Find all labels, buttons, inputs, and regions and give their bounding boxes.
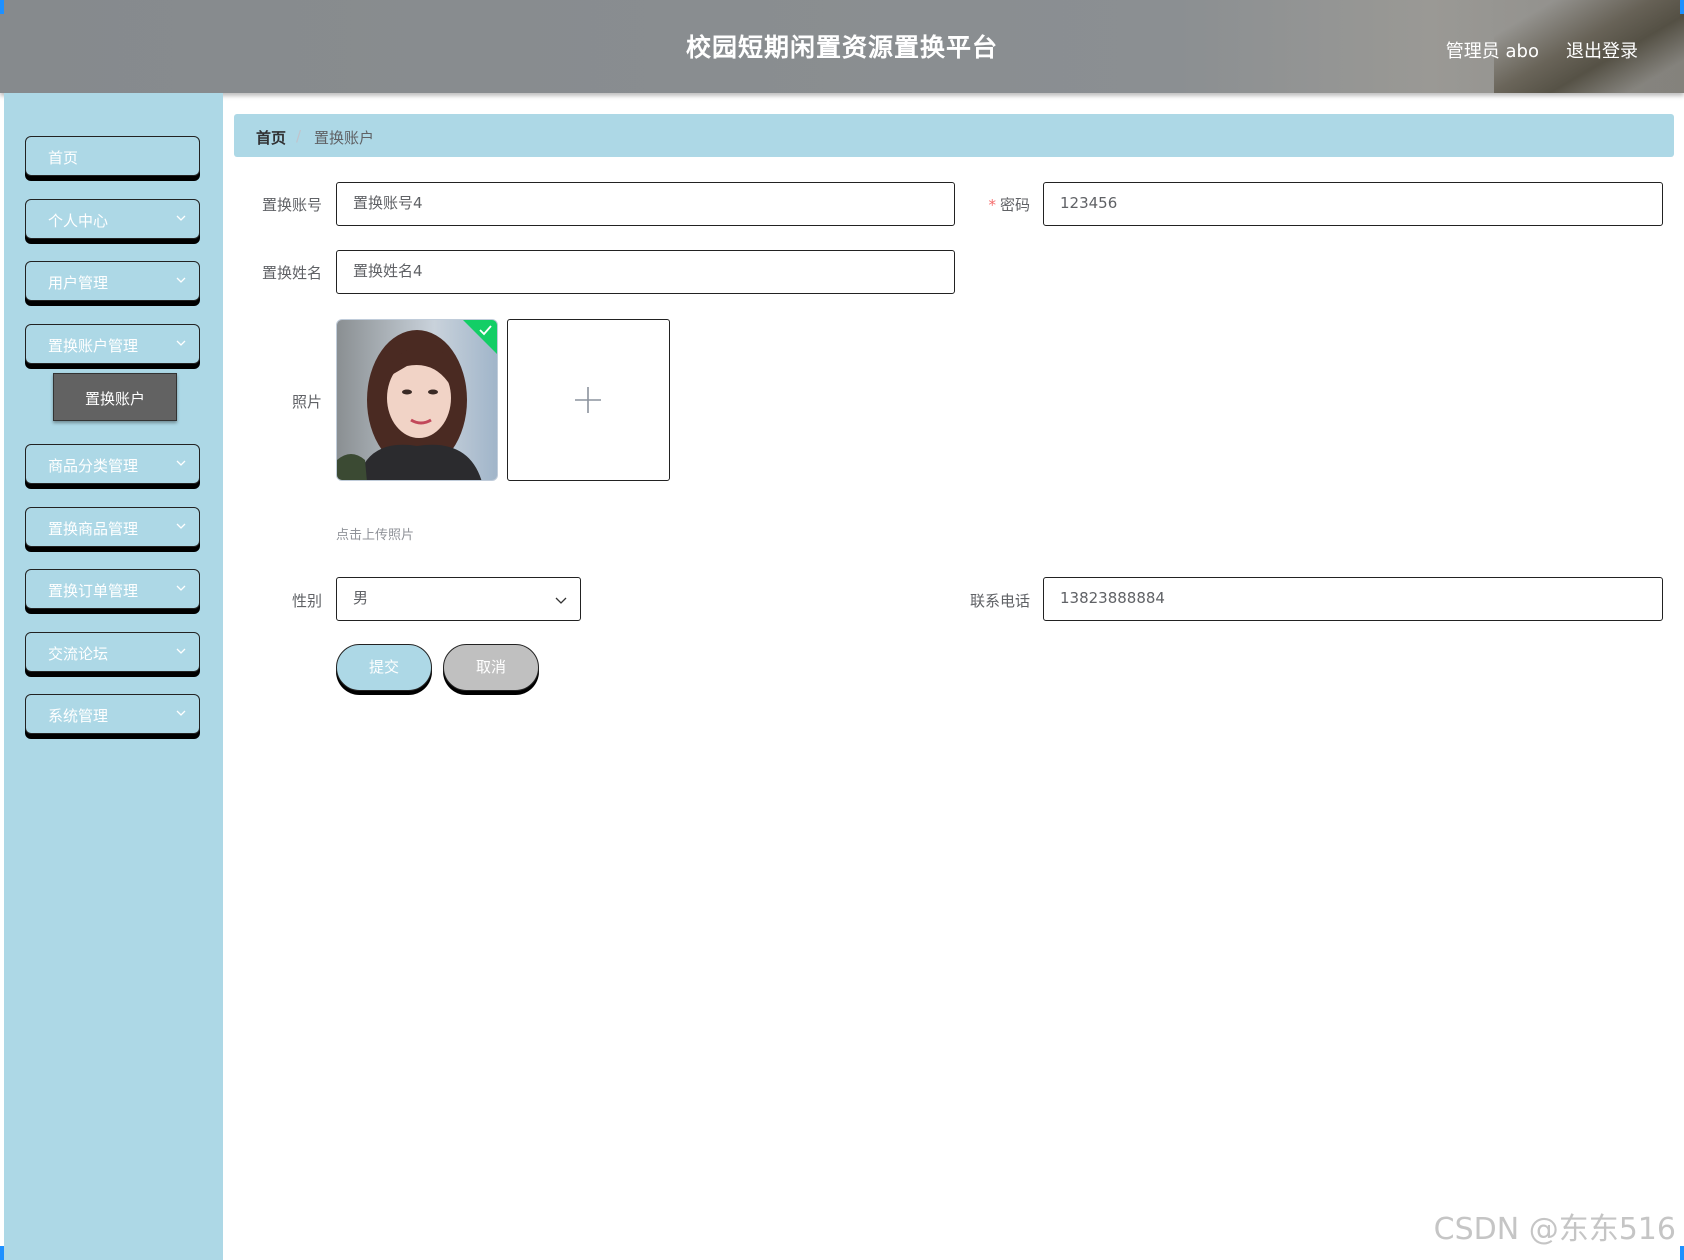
sidebar-item-label: 首页 (48, 149, 79, 167)
name-label: 置换姓名 (261, 264, 322, 282)
sidebar-item-label: 置换账户管理 (48, 337, 139, 355)
upload-success-icon (463, 320, 497, 354)
sidebar-item-label: 个人中心 (48, 212, 109, 230)
sidebar-item-label: 商品分类管理 (48, 457, 139, 475)
chevron-down-icon (176, 523, 186, 529)
phone-input-value: 13823888884 (1060, 589, 1165, 607)
password-input[interactable]: 123456 (1043, 182, 1663, 226)
sidebar-item-exchange-account-management[interactable]: 置换账户管理 (25, 324, 200, 364)
app-title: 校园短期闲置资源置换平台 (685, 33, 998, 62)
sidebar-item-label: 用户管理 (48, 274, 109, 292)
sidebar-item-order-management[interactable]: 置换订单管理 (25, 569, 200, 609)
breadcrumb-home[interactable]: 首页 (256, 127, 286, 148)
add-photo-button[interactable] (507, 319, 670, 481)
top-header: 校园短期闲置资源置换平台 管理员 abo 退出登录 (0, 0, 1684, 93)
upload-tip: 点击上传照片 (336, 528, 415, 543)
name-input[interactable]: 置换姓名4 (336, 250, 955, 294)
sidebar-subitem-exchange-account[interactable]: 置换账户 (53, 373, 177, 421)
password-label-text: 密码 (999, 196, 1030, 214)
password-label: * 密码 (980, 194, 1030, 215)
gender-label: 性别 (291, 592, 322, 610)
name-input-value: 置换姓名4 (353, 262, 423, 280)
breadcrumb-current: 置换账户 (314, 129, 375, 147)
chevron-down-icon (176, 277, 186, 283)
chevron-down-icon (176, 585, 186, 591)
chevron-down-icon (176, 648, 186, 654)
sidebar-item-label: 系统管理 (48, 707, 109, 725)
sidebar-item-category-management[interactable]: 商品分类管理 (25, 444, 200, 484)
required-mark: * (988, 196, 996, 214)
sidebar-item-label: 置换订单管理 (48, 582, 139, 600)
sidebar-item-forum[interactable]: 交流论坛 (25, 632, 200, 672)
submit-button[interactable]: 提交 (336, 644, 432, 691)
frame-corner (1680, 0, 1684, 14)
cancel-button[interactable]: 取消 (443, 644, 539, 691)
account-input-value: 置换账号4 (353, 194, 423, 212)
sidebar-item-home[interactable]: 首页 (25, 136, 200, 176)
current-user-label: 管理员 abo (1445, 41, 1539, 62)
frame-corner (0, 1246, 4, 1260)
sidebar: 首页 个人中心 用户管理 置换账户管理 置换账户 商品分类管理 置换商品管理 置… (4, 93, 223, 1260)
chevron-down-icon (176, 340, 186, 346)
sidebar-item-label: 置换商品管理 (48, 520, 139, 538)
chevron-down-icon (555, 597, 567, 604)
sidebar-item-label: 交流论坛 (48, 645, 109, 663)
watermark: CSDN @东东516 (1433, 1212, 1676, 1247)
gender-select-value: 男 (353, 589, 369, 607)
chevron-down-icon (176, 460, 186, 466)
phone-label: 联系电话 (969, 592, 1030, 610)
sidebar-subitem-label: 置换账户 (84, 390, 145, 408)
sidebar-item-product-management[interactable]: 置换商品管理 (25, 507, 200, 547)
phone-input[interactable]: 13823888884 (1043, 577, 1663, 621)
breadcrumb: 首页 / 置换账户 (234, 114, 1674, 157)
account-label: 置换账号 (261, 196, 322, 214)
frame-corner (1680, 1246, 1684, 1260)
sidebar-item-user-management[interactable]: 用户管理 (25, 261, 200, 301)
sidebar-item-personal-center[interactable]: 个人中心 (25, 199, 200, 239)
password-input-value: 123456 (1060, 194, 1118, 212)
frame-corner (0, 0, 4, 14)
logout-link[interactable]: 退出登录 (1566, 37, 1638, 63)
plus-icon (575, 387, 601, 413)
uploaded-photo-thumbnail[interactable] (336, 319, 498, 481)
gender-select[interactable]: 男 (336, 577, 581, 621)
chevron-down-icon (176, 710, 186, 716)
photo-label: 照片 (291, 393, 322, 411)
account-input[interactable]: 置换账号4 (336, 182, 955, 226)
chevron-down-icon (176, 215, 186, 221)
breadcrumb-separator: / (296, 127, 302, 145)
sidebar-item-system-management[interactable]: 系统管理 (25, 694, 200, 734)
